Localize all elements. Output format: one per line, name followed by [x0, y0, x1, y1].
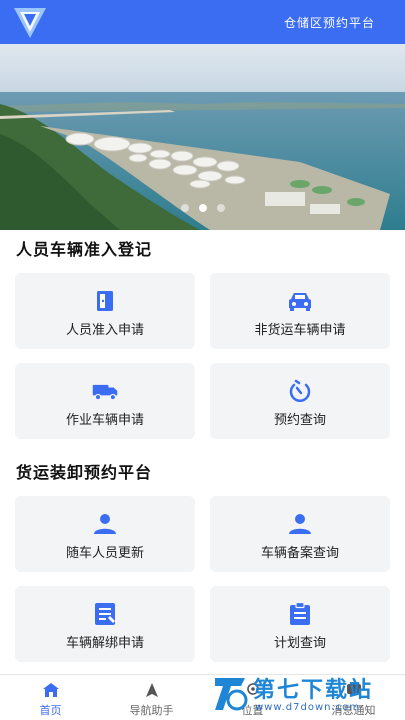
tab-label: 导航助手 [129, 704, 174, 717]
door-icon [91, 289, 119, 313]
banner-pagination[interactable] [0, 204, 405, 212]
card-label: 车辆备案查询 [260, 546, 339, 561]
tab-home[interactable]: 首页 [0, 675, 101, 720]
header-title: 仓储区预约平台 [283, 16, 375, 30]
plan-query-button[interactable]: 计划查询 [210, 586, 390, 662]
reservation-query-button[interactable]: 预约查询 [210, 363, 390, 439]
app-header: 仓储区预约平台 [0, 0, 405, 44]
banner-dot-active[interactable] [198, 204, 207, 212]
section-title-freight-platform: 货运装卸预约平台 [16, 463, 153, 482]
form-icon [91, 602, 119, 626]
card-label: 随车人员更新 [65, 546, 144, 561]
watermark-logo-icon [215, 678, 248, 711]
crew-update-button[interactable]: 随车人员更新 [15, 496, 195, 572]
card-label: 作业车辆申请 [65, 413, 144, 428]
card-label: 计划查询 [273, 636, 326, 651]
vehicle-filing-query-button[interactable]: 车辆备案查询 [210, 496, 390, 572]
card-label: 人员准入申请 [65, 323, 144, 338]
truck-icon [91, 379, 119, 403]
tab-label: 首页 [39, 704, 62, 717]
banner-image[interactable] [0, 44, 405, 230]
car-icon [286, 289, 314, 313]
section-title-access-registration: 人员车辆准入登记 [16, 240, 153, 259]
work-vehicle-button[interactable]: 作业车辆申请 [15, 363, 195, 439]
tab-navigation[interactable]: 导航助手 [101, 675, 202, 720]
banner-dot[interactable] [180, 204, 189, 212]
card-label: 车辆解绑申请 [65, 636, 144, 651]
banner-dot[interactable] [216, 204, 225, 212]
personnel-access-button[interactable]: 人员准入申请 [15, 273, 195, 349]
person-icon [286, 512, 314, 536]
vehicle-unbind-button[interactable]: 车辆解绑申请 [15, 586, 195, 662]
home-icon [42, 682, 60, 698]
card-label: 非货运车辆申请 [254, 323, 346, 338]
non-freight-vehicle-button[interactable]: 非货运车辆申请 [210, 273, 390, 349]
watermark: 第七下载站 www.d7down.com [205, 672, 405, 720]
watermark-text: 第七下载站 [253, 678, 374, 703]
timer-icon [286, 379, 314, 403]
card-label: 预约查询 [273, 413, 326, 428]
clipboard-icon [286, 602, 314, 626]
person-icon [91, 512, 119, 536]
navigation-icon [143, 682, 161, 698]
watermark-url: www.d7down.com [255, 702, 361, 713]
app-logo-icon [14, 8, 46, 38]
